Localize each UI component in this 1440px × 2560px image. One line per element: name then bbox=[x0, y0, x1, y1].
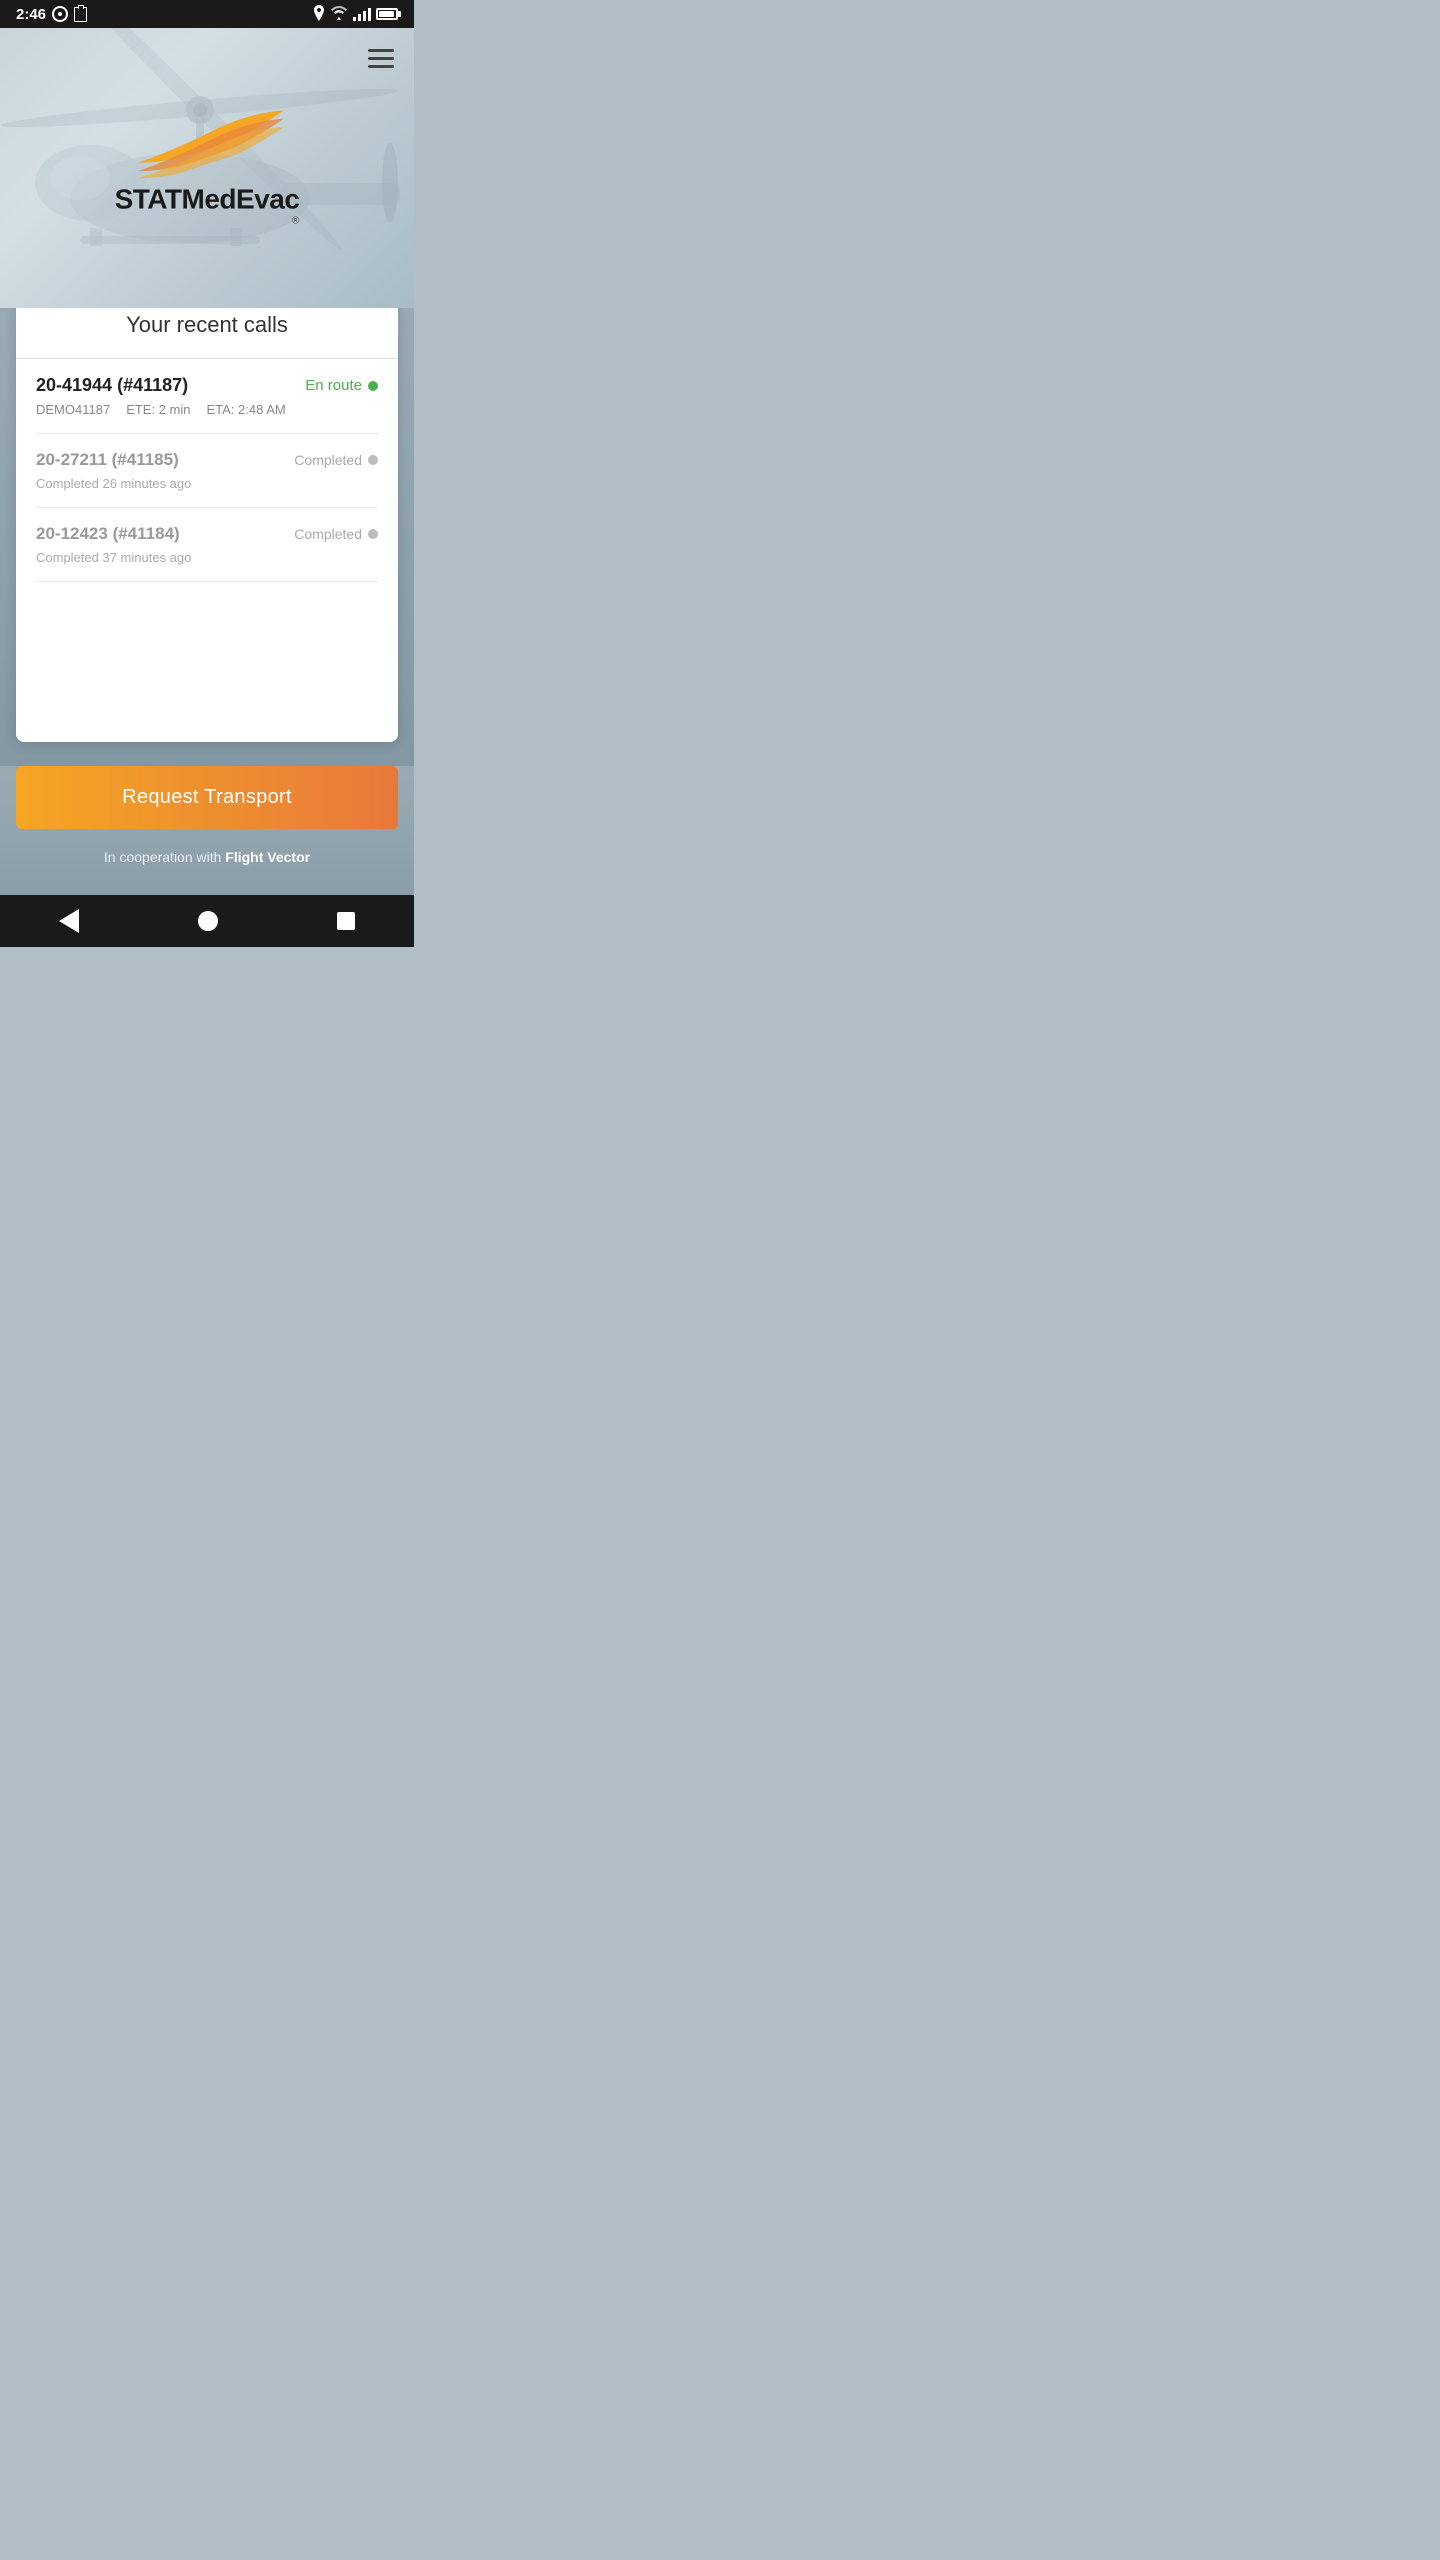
hamburger-line-2 bbox=[368, 57, 394, 60]
call-detail-eta: ETA: 2:48 AM bbox=[206, 402, 285, 417]
status-dot-gray-2 bbox=[368, 455, 378, 465]
status-right bbox=[313, 5, 398, 24]
hamburger-line-1 bbox=[368, 49, 394, 52]
location-icon bbox=[313, 5, 325, 24]
menu-button[interactable] bbox=[364, 40, 398, 77]
back-button[interactable] bbox=[59, 909, 79, 933]
logo-text: STATMedEvac bbox=[115, 183, 300, 215]
clipboard-icon bbox=[74, 7, 87, 22]
logo-wing-icon bbox=[127, 108, 287, 180]
recent-apps-icon bbox=[337, 912, 355, 930]
recent-apps-button[interactable] bbox=[337, 912, 355, 930]
call-id-3: 20-12423 (#41184) bbox=[36, 524, 180, 544]
status-bar: 2:46 bbox=[0, 0, 414, 28]
status-completed-3: Completed bbox=[294, 526, 378, 542]
call-id-1: 20-41944 (#41187) bbox=[36, 375, 188, 396]
status-dot-green-1 bbox=[368, 381, 378, 391]
cooperation-text: In cooperation with Flight Vector bbox=[16, 849, 398, 865]
battery-icon bbox=[376, 8, 398, 20]
call-item-1[interactable]: 20-41944 (#41187) En route DEMO41187 ETE… bbox=[36, 359, 378, 434]
card-title: Your recent calls bbox=[36, 312, 378, 338]
en-route-label: En route bbox=[305, 377, 362, 394]
call-item-3[interactable]: 20-12423 (#41184) Completed Completed 37… bbox=[36, 508, 378, 582]
recent-calls-card: Your recent calls 20-41944 (#41187) En r… bbox=[16, 288, 398, 742]
cooperation-partner: Flight Vector bbox=[225, 849, 310, 865]
call-details-2: Completed 26 minutes ago bbox=[36, 476, 378, 491]
status-dot-gray-3 bbox=[368, 529, 378, 539]
card-spacer bbox=[36, 582, 378, 722]
bottom-section: Request Transport In cooperation with Fl… bbox=[0, 766, 414, 895]
status-completed-2: Completed bbox=[294, 452, 378, 468]
call-details-3: Completed 37 minutes ago bbox=[36, 550, 378, 565]
home-icon bbox=[198, 911, 218, 931]
status-en-route-1: En route bbox=[305, 377, 378, 394]
completed-label-3: Completed bbox=[294, 526, 362, 542]
wifi-icon bbox=[330, 6, 348, 23]
nav-bar bbox=[0, 895, 414, 947]
call-details-1: DEMO41187 ETE: 2 min ETA: 2:48 AM bbox=[36, 402, 378, 417]
call-item-2[interactable]: 20-27211 (#41185) Completed Completed 26… bbox=[36, 434, 378, 508]
hero-section: STATMedEvac ® bbox=[0, 28, 414, 308]
request-transport-button[interactable]: Request Transport bbox=[16, 766, 398, 829]
call-detail-ete: ETE: 2 min bbox=[126, 402, 190, 417]
call-detail-demo: DEMO41187 bbox=[36, 402, 110, 417]
status-left: 2:46 bbox=[16, 6, 87, 23]
logo-container: STATMedEvac ® bbox=[115, 108, 300, 229]
media-icon bbox=[52, 6, 68, 22]
signal-icon bbox=[353, 7, 371, 21]
hamburger-line-3 bbox=[368, 65, 394, 68]
call-id-2: 20-27211 (#41185) bbox=[36, 450, 179, 470]
status-time: 2:46 bbox=[16, 6, 46, 23]
back-icon bbox=[59, 909, 79, 933]
home-button[interactable] bbox=[198, 911, 218, 931]
completed-label-2: Completed bbox=[294, 452, 362, 468]
